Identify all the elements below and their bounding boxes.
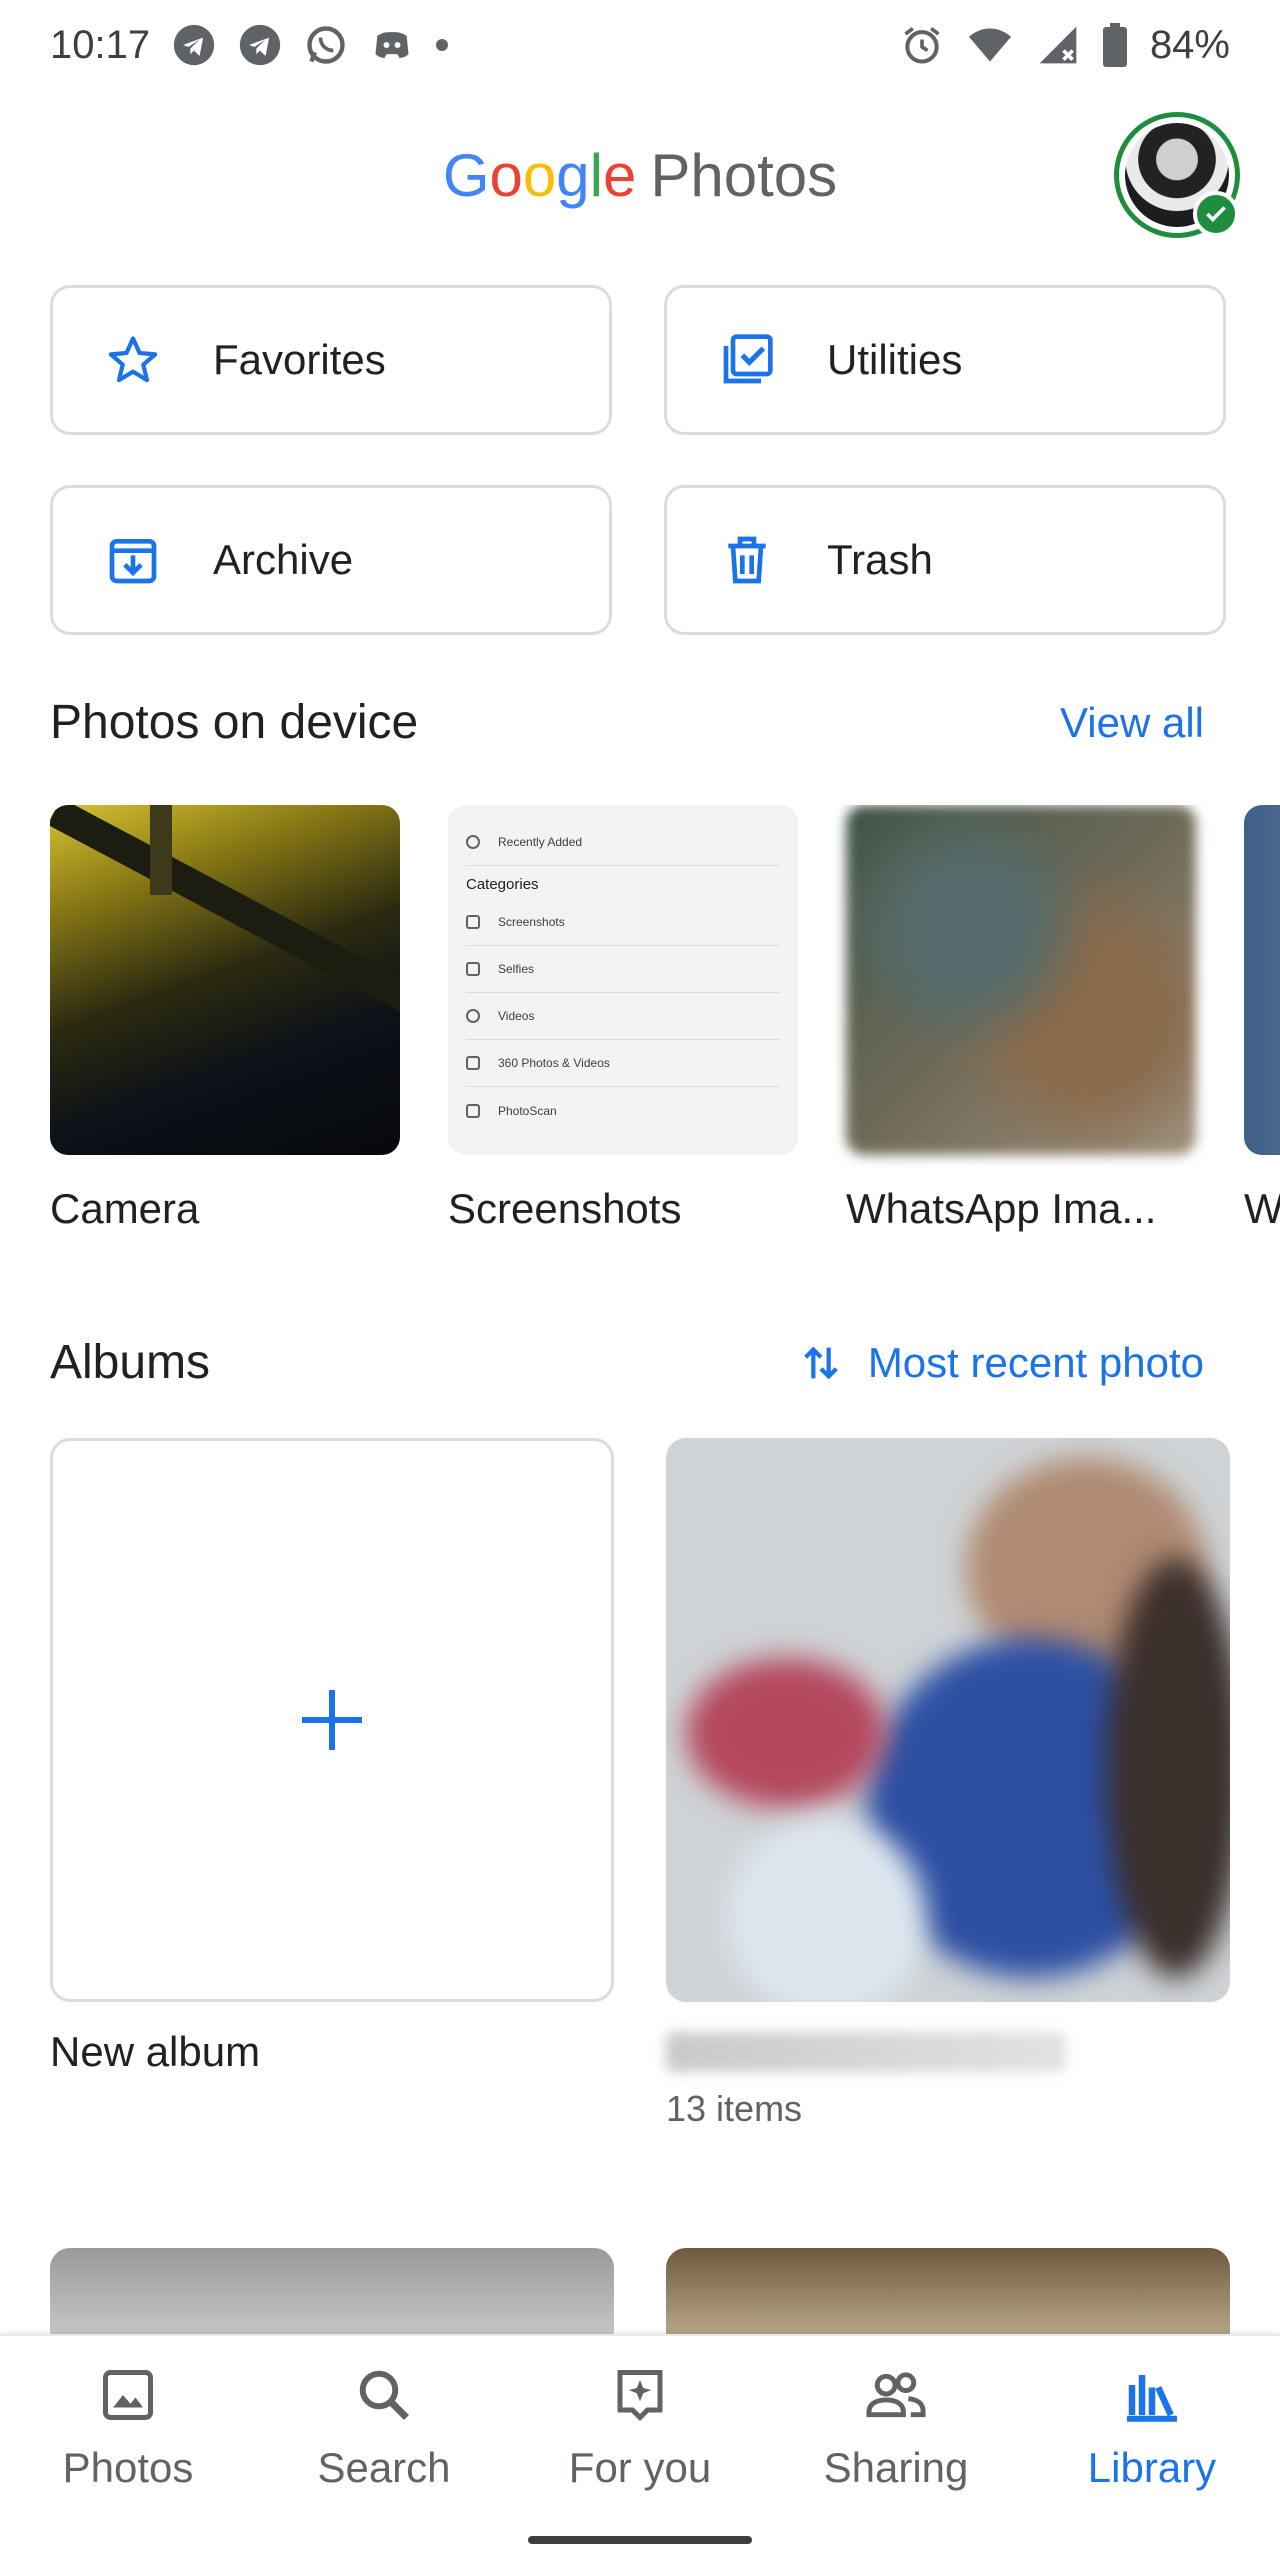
folder-name: WhatsApp Ima... <box>846 1185 1157 1232</box>
library-icon <box>1117 2360 1187 2430</box>
archive-icon <box>103 530 163 590</box>
wordmark-letter: g <box>556 141 590 209</box>
folder-whatsapp[interactable]: WhatsApp Ima... <box>846 805 1196 1233</box>
device-folders: Camera Recently Added Categories Screens… <box>50 805 1280 1245</box>
dot-icon <box>436 39 449 51</box>
wordmark-letter: o <box>489 141 523 209</box>
nav-sharing[interactable]: Sharing <box>776 2360 1016 2492</box>
whatsapp-icon <box>307 26 345 64</box>
favorites-label: Favorites <box>213 336 386 383</box>
folder-thumbnail <box>846 805 1196 1155</box>
photos-wordmark: Photos <box>650 141 838 209</box>
folder-camera[interactable]: Camera <box>50 805 400 1233</box>
google-wordmark: Google <box>443 141 637 210</box>
album-card[interactable]: 13 items <box>666 1438 1230 2130</box>
album-item-count: 13 items <box>666 2088 803 2129</box>
folder-thumbnail <box>50 805 400 1155</box>
sort-albums-button[interactable]: Most recent photo <box>798 1338 1230 1388</box>
star-icon <box>103 330 163 390</box>
telegram-icon <box>239 24 281 66</box>
photo-icon <box>93 2360 163 2430</box>
albums-section-title: Albums <box>50 1336 211 1389</box>
quick-actions: Favorites Utilities Archive Trash <box>50 285 1228 635</box>
device-section-title: Photos on device <box>50 696 419 749</box>
album-name-redacted <box>666 2032 1066 2072</box>
sort-icon <box>803 1346 838 1379</box>
archive-label: Archive <box>213 536 354 583</box>
discord-icon <box>375 32 409 58</box>
app-logo: Google Photos <box>443 141 837 210</box>
thumb-categories: Categories <box>466 876 539 893</box>
status-time: 10:17 <box>50 22 151 67</box>
device-section-header: Photos on device View all <box>50 695 1230 750</box>
albums-grid: New album 13 items <box>50 1438 1230 2298</box>
wordmark-letter: o <box>522 141 557 209</box>
thumb-row: 360 Photos & Videos <box>466 1040 780 1087</box>
status-left: 10:17 <box>50 22 449 68</box>
trash-label: Trash <box>827 536 933 583</box>
plus-icon <box>302 1690 362 1750</box>
utilities-button[interactable]: Utilities <box>664 285 1226 435</box>
status-right: 84% <box>900 23 1230 68</box>
more-albums-row <box>50 2248 1230 2338</box>
album-thumbnail <box>666 1438 1230 2002</box>
nav-sharing-label: Sharing <box>823 2444 969 2491</box>
for-you-icon <box>605 2360 675 2430</box>
nav-library[interactable]: Library <box>1032 2360 1272 2492</box>
thumb-recently-added: Recently Added <box>466 819 780 866</box>
folder-thumbnail: Recently Added Categories Screenshots Se… <box>448 805 798 1155</box>
thumb-row: Selfies <box>466 946 780 993</box>
folder-name: Screenshots <box>448 1185 682 1232</box>
folder-screenshots[interactable]: Recently Added Categories Screenshots Se… <box>448 805 798 1233</box>
thumb-row: Videos <box>466 993 780 1040</box>
sort-label: Most recent photo <box>867 1338 1204 1386</box>
thumb-row: PhotoScan <box>466 1087 780 1134</box>
favorites-button[interactable]: Favorites <box>50 285 612 435</box>
new-album-button[interactable] <box>50 1438 614 2002</box>
album-thumbnail[interactable] <box>666 2248 1230 2338</box>
album-thumbnail[interactable] <box>50 2248 614 2338</box>
people-icon <box>861 2360 931 2430</box>
status-bar: 10:17 84% <box>0 0 1280 90</box>
nav-for-you[interactable]: For you <box>520 2360 760 2492</box>
view-all-link[interactable]: View all <box>1060 699 1230 747</box>
alarm-icon <box>904 27 940 64</box>
wordmark-letter: e <box>602 141 637 209</box>
folder-partial[interactable]: W <box>1244 805 1280 1233</box>
folder-name: Camera <box>50 1185 200 1232</box>
bottom-navigation: Photos Search For you Sharing Library <box>0 2334 1280 2560</box>
new-album-label: New album <box>50 2028 261 2075</box>
nav-search-label: Search <box>317 2444 451 2491</box>
app-header: Google Photos <box>0 100 1280 250</box>
folder-name: W <box>1244 1185 1280 1232</box>
battery-icon <box>1102 23 1127 67</box>
wifi-icon <box>968 28 1012 62</box>
search-icon <box>349 2360 419 2430</box>
wordmark-letter: G <box>442 141 490 209</box>
nav-photos-label: Photos <box>62 2444 194 2491</box>
trash-icon <box>717 530 777 590</box>
nav-search[interactable]: Search <box>264 2360 504 2492</box>
wordmark-letter: l <box>589 141 603 209</box>
gesture-handle[interactable] <box>528 2536 752 2544</box>
nav-photos[interactable]: Photos <box>8 2360 248 2492</box>
nav-for-you-label: For you <box>568 2444 712 2491</box>
albums-section-header: Albums Most recent photo <box>50 1335 1230 1390</box>
telegram-icon <box>173 24 215 66</box>
utilities-label: Utilities <box>827 336 963 383</box>
archive-button[interactable]: Archive <box>50 485 612 635</box>
nav-library-label: Library <box>1087 2444 1217 2491</box>
trash-button[interactable]: Trash <box>664 485 1226 635</box>
utilities-icon <box>717 330 777 390</box>
battery-percent: 84% <box>1149 22 1230 67</box>
backup-check-icon <box>1193 191 1239 237</box>
account-avatar[interactable] <box>1114 112 1240 238</box>
signal-icon <box>1039 26 1077 64</box>
folder-thumbnail <box>1244 805 1280 1155</box>
thumb-row: Screenshots <box>466 899 780 946</box>
